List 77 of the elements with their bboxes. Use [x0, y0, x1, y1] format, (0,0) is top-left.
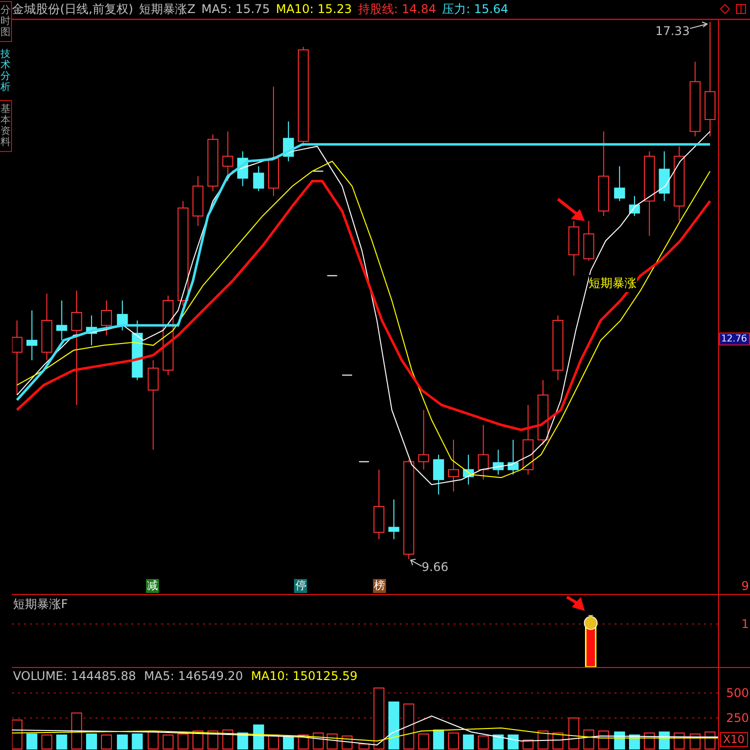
scale-button[interactable]: X10 [720, 732, 748, 747]
header-text: MA5: 15.75 [201, 2, 270, 16]
candle [583, 220, 594, 262]
candle [478, 424, 489, 480]
candle [492, 449, 504, 476]
volume-bar [462, 734, 474, 750]
volume-bar [116, 734, 128, 750]
pointer-arrow [688, 22, 708, 30]
volume-bar [282, 736, 294, 750]
volume-bar [433, 730, 444, 750]
signal-arrow [566, 596, 585, 611]
candle [101, 300, 112, 336]
candle [253, 166, 264, 192]
candle [614, 166, 626, 202]
side-tab[interactable]: 基本资料 [0, 100, 12, 152]
axis-label: 250 [726, 711, 749, 725]
volume-text: MA10: 150125.59 [250, 669, 358, 683]
candle [433, 454, 444, 496]
candle [373, 469, 384, 540]
candle [282, 120, 294, 162]
candle [116, 300, 128, 331]
candle [237, 150, 248, 187]
header-text: 短期暴涨Z [139, 0, 196, 18]
volume-bar [388, 702, 400, 750]
volume-bar [132, 734, 143, 750]
volume-bar [658, 732, 670, 750]
volume-bar [86, 734, 98, 750]
side-tab[interactable]: 分时图 [0, 1, 12, 42]
low-price-label: 9.66 [422, 560, 448, 574]
candle [462, 454, 474, 486]
money-bag-icon [584, 615, 598, 630]
candle [222, 130, 234, 182]
candle [26, 310, 38, 361]
signal-arrow [556, 198, 585, 221]
axis-label: 1 [741, 617, 749, 631]
candle [448, 439, 459, 492]
volume-bar [253, 724, 264, 750]
volume-text: VOLUME: 144485.88 [13, 669, 136, 683]
candle [41, 293, 52, 361]
axis-label: 9 [741, 579, 749, 594]
volume-bar [508, 734, 519, 750]
side-tab[interactable]: 技术分析 [0, 45, 12, 97]
candle [629, 196, 640, 216]
volume-bar [492, 734, 504, 750]
candle [418, 409, 430, 470]
signal-badge: 停 [294, 579, 308, 594]
current-price-label: 12.76 [719, 332, 750, 346]
panel-icon[interactable] [736, 4, 746, 14]
header-text: 金城股份(日线,前复权) [12, 0, 134, 18]
candle [658, 150, 670, 202]
header-text: 持股线: 14.84 [358, 0, 436, 18]
candle [86, 314, 98, 346]
signal-badge: 榜 [372, 579, 386, 594]
header-text: MA10: 15.23 [276, 2, 352, 16]
axis-label: 500 [726, 686, 749, 700]
signal-bar [585, 626, 596, 667]
candle [552, 314, 564, 381]
diamond-icon[interactable] [720, 4, 730, 14]
volume-bar [56, 734, 68, 750]
candle [192, 176, 204, 226]
header-text: 压力: 15.64 [442, 0, 508, 18]
signal-label: 短期暴涨 [588, 274, 637, 292]
volume-bar [614, 732, 626, 750]
candle [207, 134, 218, 192]
candle [132, 320, 143, 381]
volume-text: MA5: 146549.20 [144, 669, 243, 683]
candle [56, 300, 68, 341]
indicator-title: 短期暴涨F [13, 596, 68, 613]
volume-bar [26, 734, 38, 750]
pointer-arrow [410, 558, 422, 567]
high-price-label: 17.33 [655, 24, 690, 38]
candle [538, 380, 548, 446]
signal-badge: 减 [146, 579, 160, 594]
candle [568, 220, 580, 276]
candle [508, 439, 519, 476]
candle [388, 499, 400, 540]
candle [522, 404, 534, 476]
